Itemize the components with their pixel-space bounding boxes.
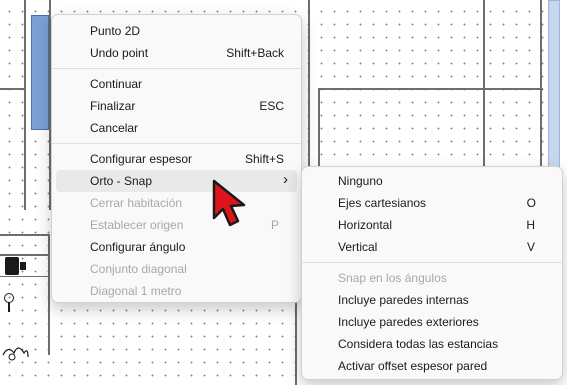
menu-item-shortcut: ESC (259, 99, 284, 113)
selected-wall-segment[interactable] (31, 15, 49, 130)
menu-item-label: Conjunto diagonal (90, 262, 187, 276)
menu-item-shortcut: O (526, 196, 536, 210)
menu-item-finalizar[interactable]: Finalizar ESC (56, 95, 297, 117)
arrow-cursor-icon (212, 179, 246, 227)
submenu-item-paredes-exteriores[interactable]: Incluye paredes exteriores (306, 311, 558, 333)
submenu-item-paredes-internas[interactable]: Incluye paredes internas (306, 289, 558, 311)
wall (540, 0, 542, 170)
wall (0, 234, 50, 236)
menu-item-establecer-origen[interactable]: Establecer origen P (56, 214, 297, 236)
menu-item-undo-point[interactable]: Undo point Shift+Back (56, 42, 297, 64)
submenu-item-snap-angulos[interactable]: Snap en los ángulos (306, 267, 558, 289)
menu-item-continuar[interactable]: Continuar (56, 73, 297, 95)
submenu-item-offset-espesor[interactable]: Activar offset espesor pared (306, 355, 558, 377)
outlet-symbol (8, 302, 10, 312)
menu-item-configurar-angulo[interactable]: Configurar ángulo (56, 236, 297, 258)
submenu-item-vertical[interactable]: Vertical V (306, 236, 558, 258)
menu-item-cerrar-habitacion[interactable]: Cerrar habitación (56, 192, 297, 214)
menu-item-diagonal-1-metro[interactable]: Diagonal 1 metro (56, 280, 297, 302)
menu-separator (52, 143, 301, 144)
menu-item-label: Configurar espesor (90, 152, 193, 166)
submenu-item-ejes-cartesianos[interactable]: Ejes cartesianos O (306, 192, 558, 214)
menu-item-configurar-espesor[interactable]: Configurar espesor Shift+S (56, 148, 297, 170)
plant-symbol (2, 347, 29, 361)
menu-item-label: Ejes cartesianos (338, 196, 427, 210)
menu-item-label: Cancelar (90, 121, 139, 135)
wall (48, 235, 50, 355)
menu-item-label: Incluye paredes internas (338, 293, 469, 307)
menu-item-label: Vertical (338, 240, 378, 254)
menu-item-label: Considera todas las estancias (338, 337, 499, 351)
menu-separator (52, 68, 301, 69)
menu-item-cancelar[interactable]: Cancelar (56, 117, 297, 139)
menu-item-shortcut: Shift+S (244, 152, 284, 166)
wall (295, 300, 297, 385)
menu-item-label: Diagonal 1 metro (90, 284, 182, 298)
menu-item-label: Continuar (90, 77, 143, 91)
menu-separator (302, 262, 562, 263)
menu-item-label: Cerrar habitación (90, 196, 183, 210)
menu-item-label: Configurar ángulo (90, 240, 186, 254)
orto-snap-submenu: Ninguno Ejes cartesianos O Horizontal H … (301, 166, 563, 380)
wall-fixture (5, 257, 19, 275)
menu-item-label: Incluye paredes exteriores (338, 315, 479, 329)
menu-item-label: Horizontal (338, 218, 393, 232)
wall (318, 88, 543, 90)
menu-item-label: Finalizar (90, 99, 136, 113)
wall (0, 254, 50, 256)
menu-item-orto-snap[interactable]: Orto - Snap › (56, 170, 297, 192)
menu-item-label: Establecer origen (90, 218, 184, 232)
wall (318, 88, 320, 170)
wall (483, 0, 485, 170)
menu-item-shortcut: P (270, 218, 279, 232)
menu-item-conjunto-diagonal[interactable]: Conjunto diagonal (56, 258, 297, 280)
wall (0, 88, 26, 90)
selected-wall-segment[interactable] (548, 0, 560, 172)
menu-item-punto-2d[interactable]: Punto 2D (56, 20, 297, 42)
menu-item-label: Snap en los ángulos (338, 271, 447, 285)
submenu-item-horizontal[interactable]: Horizontal H (306, 214, 558, 236)
context-menu: Punto 2D Undo point Shift+Back Continuar… (51, 14, 302, 303)
wall (308, 0, 310, 170)
menu-item-label: Ninguno (338, 174, 383, 188)
menu-item-label: Undo point (90, 46, 149, 60)
menu-item-label: Activar offset espesor pared (338, 359, 488, 373)
menu-item-shortcut: H (526, 218, 535, 232)
menu-item-shortcut: Shift+Back (226, 46, 284, 60)
chevron-right-icon: › (283, 171, 288, 188)
wall (0, 276, 50, 277)
menu-item-shortcut: V (526, 240, 535, 254)
wall (24, 0, 26, 210)
submenu-item-ninguno[interactable]: Ninguno (306, 170, 558, 192)
menu-item-label: Orto - Snap (90, 174, 153, 188)
submenu-item-todas-estancias[interactable]: Considera todas las estancias (306, 333, 558, 355)
wall-fixture (20, 262, 26, 270)
menu-item-label: Punto 2D (90, 24, 141, 38)
